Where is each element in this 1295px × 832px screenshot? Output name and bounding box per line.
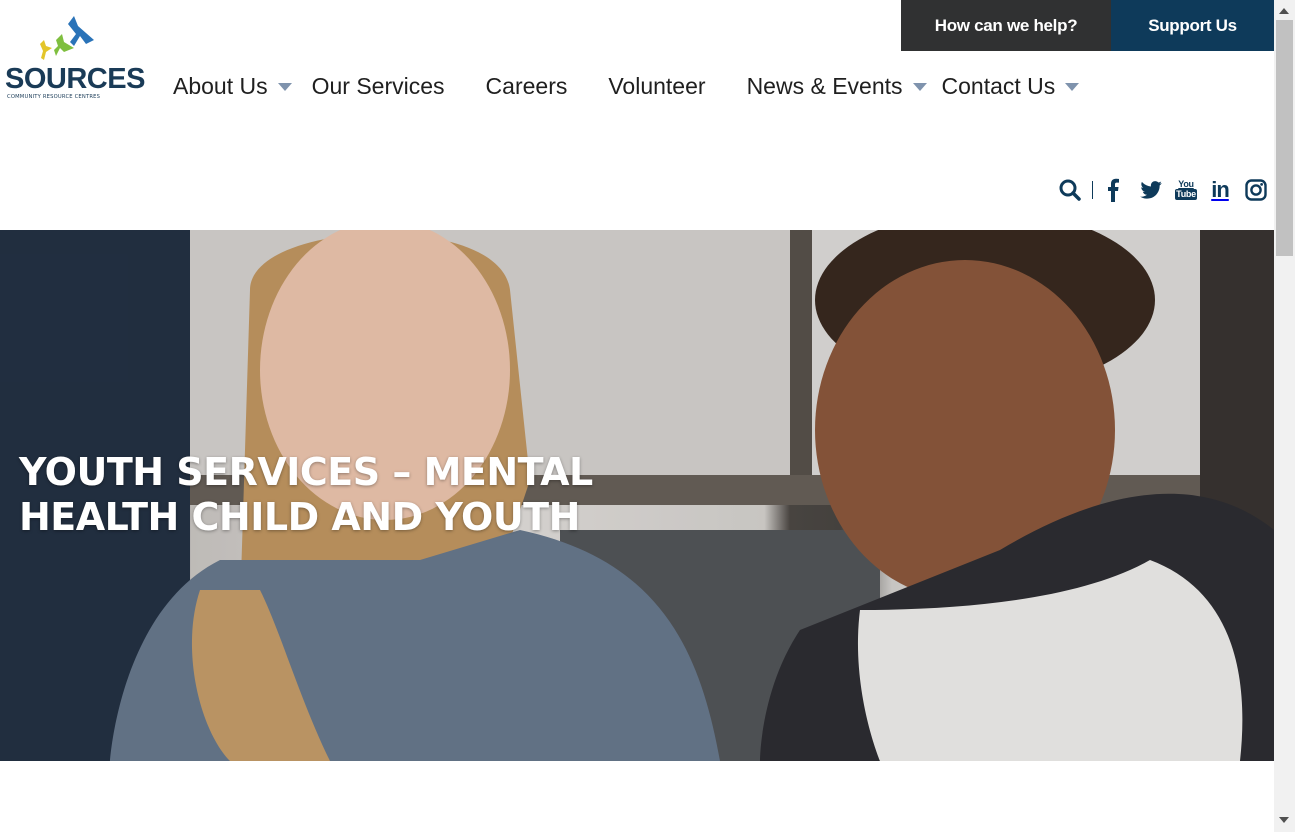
search-icon[interactable] xyxy=(1058,176,1082,204)
chevron-down-icon[interactable] xyxy=(277,83,292,91)
vertical-scrollbar[interactable] xyxy=(1274,0,1295,832)
nav-item-label: News & Events xyxy=(746,72,903,99)
top-action-bar: How can we help? Support Us xyxy=(901,0,1274,51)
youtube-icon-top-text: You xyxy=(1178,179,1194,189)
nav-item-label: About Us xyxy=(173,72,268,99)
how-can-we-help-button[interactable]: How can we help? xyxy=(901,0,1111,51)
logo-wordmark: SOURCES xyxy=(5,63,145,95)
hero-banner: YOUTH SERVICES – MENTAL HEALTH CHILD AND… xyxy=(0,230,1274,761)
nav-item-label: Careers xyxy=(485,72,568,99)
hero-title: YOUTH SERVICES – MENTAL HEALTH CHILD AND… xyxy=(19,450,593,539)
scroll-up-arrow-icon[interactable] xyxy=(1279,8,1289,14)
logo-tagline: COMMUNITY RESOURCE CENTRES xyxy=(7,94,101,100)
birds-logo-icon xyxy=(40,16,94,60)
nav-item-contact-us[interactable]: Contact Us xyxy=(942,73,1080,100)
facebook-icon[interactable] xyxy=(1106,176,1120,204)
twitter-icon[interactable] xyxy=(1140,176,1162,204)
nav-item-about-us[interactable]: About Us xyxy=(173,73,292,100)
divider xyxy=(1092,181,1093,199)
support-us-button[interactable]: Support Us xyxy=(1111,0,1274,51)
instagram-icon[interactable] xyxy=(1245,176,1267,204)
social-icons-bar: You Tube in xyxy=(1058,176,1267,204)
nav-item-label: Our Services xyxy=(311,72,445,99)
nav-item-label: Volunteer xyxy=(608,72,706,99)
site-header: SOURCES COMMUNITY RESOURCE CENTRES How c… xyxy=(0,0,1274,230)
youtube-icon[interactable]: You Tube xyxy=(1175,176,1197,204)
nav-item-our-services[interactable]: Our Services xyxy=(312,73,445,100)
scroll-down-arrow-icon[interactable] xyxy=(1279,817,1289,823)
nav-item-volunteer[interactable]: Volunteer xyxy=(608,73,705,100)
youtube-icon-bottom-text: Tube xyxy=(1175,189,1197,200)
nav-item-careers[interactable]: Careers xyxy=(486,73,568,100)
nav-item-news-events[interactable]: News & Events xyxy=(747,73,927,100)
chevron-down-icon[interactable] xyxy=(1065,83,1080,91)
chevron-down-icon[interactable] xyxy=(912,83,927,91)
nav-item-label: Contact Us xyxy=(941,72,1056,99)
sources-logo[interactable]: SOURCES COMMUNITY RESOURCE CENTRES xyxy=(4,14,145,102)
linkedin-icon[interactable]: in xyxy=(1209,176,1231,204)
linkedin-icon-text: in xyxy=(1211,177,1230,202)
scrollbar-thumb[interactable] xyxy=(1276,20,1293,256)
main-navigation: About Us Our Services Careers Volunteer … xyxy=(173,72,1080,100)
